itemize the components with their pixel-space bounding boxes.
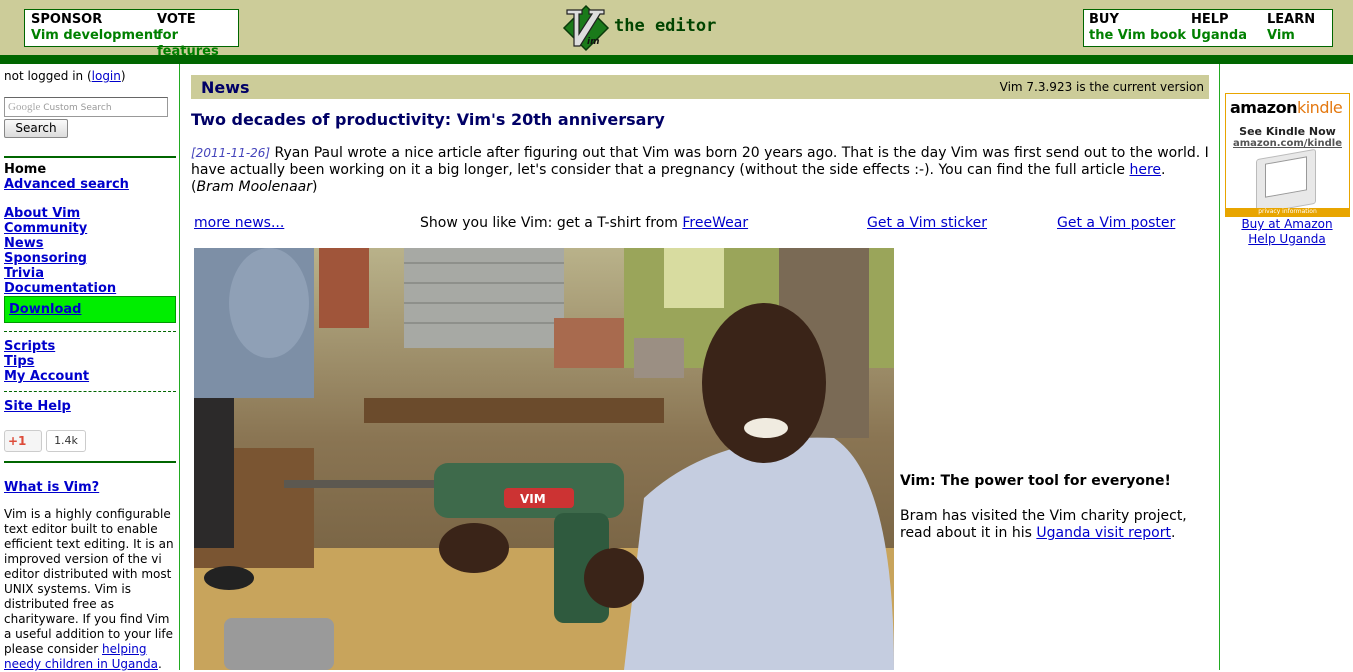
google-plus-icon: +1 xyxy=(8,434,27,448)
uganda-photo-image: VIM xyxy=(194,248,894,670)
nav-news[interactable]: News xyxy=(4,236,176,251)
vote-link[interactable]: VOTE for features xyxy=(157,12,238,60)
tagline: Vim: The power tool for everyone! xyxy=(900,473,1171,489)
uganda-visit-report-link[interactable]: Uganda visit report xyxy=(1036,525,1171,541)
vim-description-end: . xyxy=(157,657,162,671)
sponsor-sub: Vim development xyxy=(31,28,160,43)
sponsor-link[interactable]: SPONSOR Vim development xyxy=(31,12,159,44)
privacy-information[interactable]: privacy information xyxy=(1226,208,1349,216)
nav-home: Home xyxy=(4,162,47,177)
tshirt-promo: Show you like Vim: get a T-shirt from Fr… xyxy=(420,215,748,231)
links-row: more news... Show you like Vim: get a T-… xyxy=(191,215,1209,235)
nav-group-1: About Vim Community News Sponsoring Triv… xyxy=(4,206,176,296)
buy-sub: the Vim book xyxy=(1089,28,1186,43)
nav-group-2: Scripts Tips My Account xyxy=(4,331,176,384)
login-status: not logged in (login) xyxy=(4,69,176,83)
amazon-kindle-url: amazon.com/kindle xyxy=(1233,138,1342,149)
nav-documentation[interactable]: Documentation xyxy=(4,281,176,296)
kindle-device-icon xyxy=(1256,148,1316,215)
tshirt-text: Show you like Vim: get a T-shirt from xyxy=(420,215,683,231)
what-is-vim-link[interactable]: What is Vim? xyxy=(4,480,176,495)
search-input[interactable]: Google Custom Search xyxy=(4,97,168,117)
sponsor-title: SPONSOR xyxy=(31,12,103,27)
help-link[interactable]: HELP Uganda xyxy=(1191,12,1247,44)
learn-link[interactable]: LEARN Vim xyxy=(1267,12,1315,44)
see-kindle-now: See Kindle Now xyxy=(1239,125,1336,138)
login-link[interactable]: login xyxy=(92,69,121,83)
vim-sticker-link[interactable]: Get a Vim sticker xyxy=(867,215,987,231)
help-uganda-link[interactable]: Help Uganda xyxy=(1248,232,1326,246)
right-sidebar: amazonkindle See Kindle Now amazon.com/k… xyxy=(1219,64,1353,670)
buy-link[interactable]: BUY the Vim book xyxy=(1089,12,1186,44)
uganda-visit-end: . xyxy=(1170,525,1176,541)
article-date: [2011-11-26] xyxy=(191,146,271,160)
nav-group-3: Site Help xyxy=(4,391,176,414)
site-header: SPONSOR Vim development VOTE for feature… xyxy=(0,0,1353,59)
article-here-link[interactable]: here xyxy=(1129,162,1161,178)
vim-logo-icon[interactable]: im xyxy=(562,4,610,52)
download-box[interactable]: Download xyxy=(4,296,176,323)
nav-scripts[interactable]: Scripts xyxy=(4,339,176,354)
nav-site-help[interactable]: Site Help xyxy=(4,399,176,414)
amazon-kindle-logo: amazonkindle xyxy=(1230,98,1343,117)
learn-title: LEARN xyxy=(1267,12,1316,27)
amazon-links: Buy at Amazon Help Uganda xyxy=(1220,217,1353,247)
header-divider xyxy=(0,55,1353,64)
freewear-link[interactable]: FreeWear xyxy=(682,215,748,231)
vim-poster-link[interactable]: Get a Vim poster xyxy=(1057,215,1175,231)
help-sub: Uganda xyxy=(1191,28,1247,43)
nav-community[interactable]: Community xyxy=(4,221,176,236)
nav-tips[interactable]: Tips xyxy=(4,354,176,369)
amazon-brand: amazon xyxy=(1230,98,1297,117)
nav-sponsoring[interactable]: Sponsoring xyxy=(4,251,176,266)
buy-title: BUY xyxy=(1089,12,1119,27)
learn-sub: Vim xyxy=(1267,28,1295,43)
buy-at-amazon-link[interactable]: Buy at Amazon xyxy=(1241,217,1332,231)
kindle-brand: kindle xyxy=(1296,98,1343,117)
login-suffix: ) xyxy=(120,69,126,83)
search-button[interactable]: Search xyxy=(4,119,68,138)
nav-download[interactable]: Download xyxy=(9,302,81,317)
nav-trivia[interactable]: Trivia xyxy=(4,266,176,281)
svg-text:im: im xyxy=(587,37,599,47)
uganda-visit-text: Bram has visited the Vim charity project… xyxy=(900,508,1200,542)
logo-text: the editor xyxy=(614,16,717,36)
nav-about-vim[interactable]: About Vim xyxy=(4,206,176,221)
search-placeholder-brand: Google xyxy=(8,101,41,113)
news-title: News xyxy=(201,78,250,97)
news-article: [2011-11-26] Ryan Paul wrote a nice arti… xyxy=(191,145,1209,196)
search-placeholder: Google Custom Search xyxy=(8,101,112,113)
article-author: Bram Moolenaar xyxy=(196,179,312,195)
nav-main: Home Advanced search xyxy=(4,156,176,192)
news-headline: Two decades of productivity: Vim's 20th … xyxy=(191,110,665,129)
what-is-vim-section: What is Vim? xyxy=(4,461,176,495)
search-placeholder-text: Custom Search xyxy=(43,103,112,113)
nav-my-account[interactable]: My Account xyxy=(4,369,176,384)
svg-text:VIM: VIM xyxy=(520,492,546,506)
vote-title: VOTE xyxy=(157,12,196,27)
more-news-link[interactable]: more news... xyxy=(194,215,284,231)
buy-help-learn-box: BUY the Vim book HELP Uganda LEARN Vim xyxy=(1083,9,1333,47)
vim-description-text: Vim is a highly configurable text editor… xyxy=(4,507,174,656)
article-text: Ryan Paul wrote a nice article after fig… xyxy=(191,145,1209,178)
google-plus-count: 1.4k xyxy=(46,430,86,452)
current-version: Vim 7.3.923 is the current version xyxy=(999,80,1204,94)
help-title: HELP xyxy=(1191,12,1229,27)
main-content: News Vim 7.3.923 is the current version … xyxy=(191,64,1209,670)
amazon-kindle-ad[interactable]: amazonkindle See Kindle Now amazon.com/k… xyxy=(1225,93,1350,217)
news-bar: News Vim 7.3.923 is the current version xyxy=(191,75,1209,99)
login-prefix: not logged in ( xyxy=(4,69,92,83)
left-sidebar: not logged in (login) Google Custom Sear… xyxy=(0,64,180,672)
sponsor-vote-box: SPONSOR Vim development VOTE for feature… xyxy=(24,9,239,59)
article-close: ) xyxy=(312,179,318,195)
vim-description: Vim is a highly configurable text editor… xyxy=(4,507,176,672)
uganda-photo: VIM xyxy=(194,248,894,670)
google-plus-button[interactable]: +1 xyxy=(4,430,42,452)
nav-advanced-search[interactable]: Advanced search xyxy=(4,177,176,192)
